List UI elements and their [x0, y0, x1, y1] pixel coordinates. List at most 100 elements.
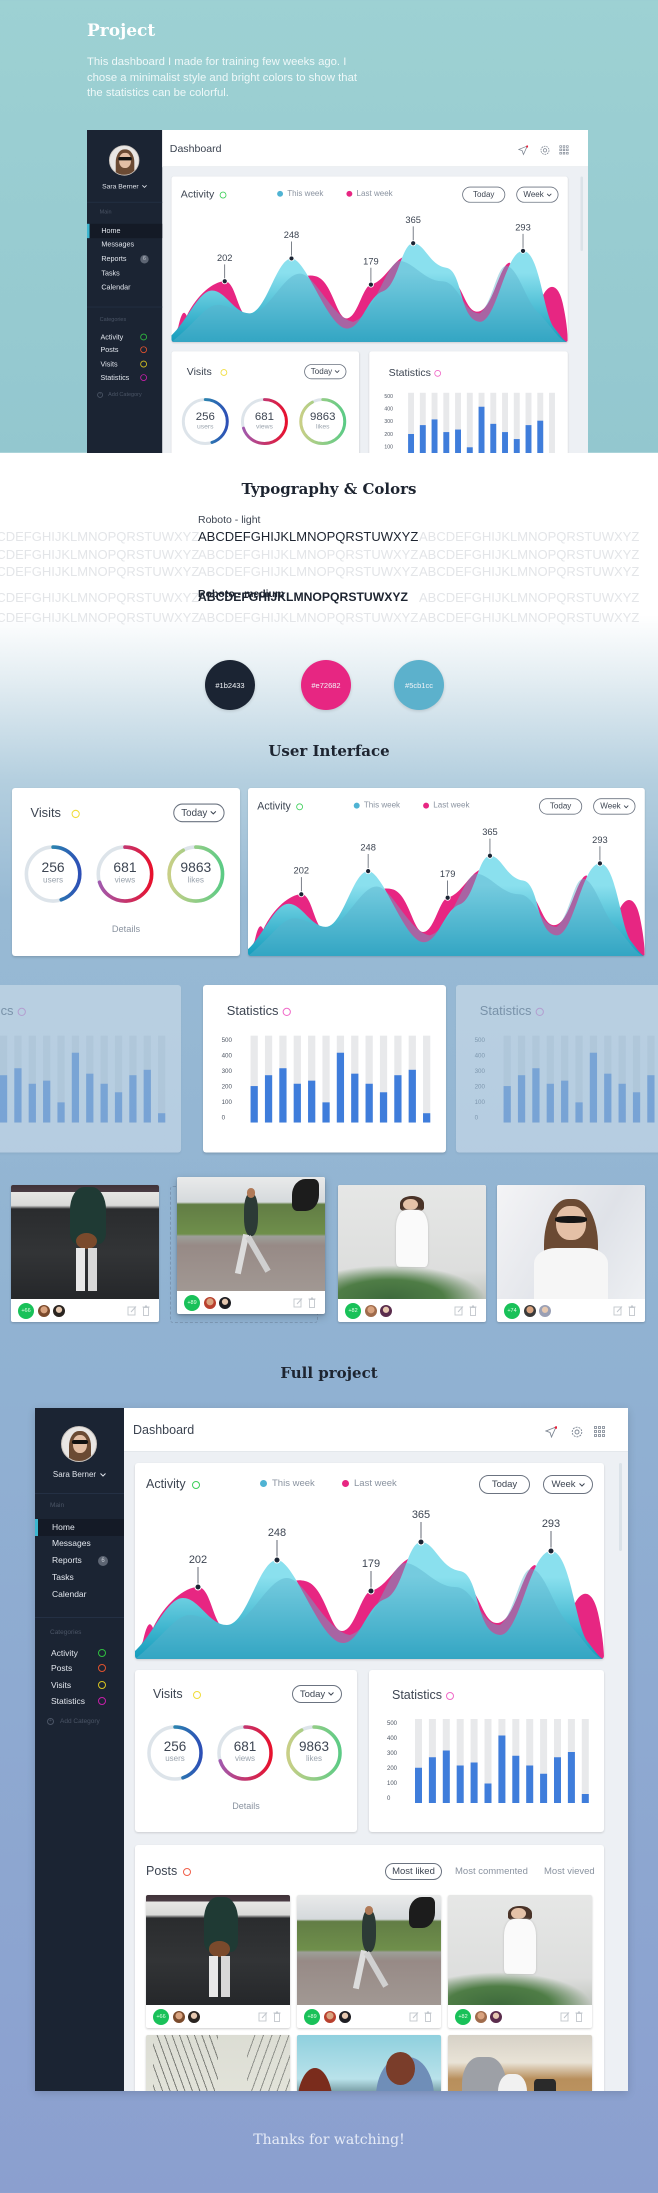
peak-marker[interactable] [288, 255, 295, 262]
bar[interactable] [408, 433, 415, 453]
peak-marker[interactable] [367, 1587, 375, 1595]
bar[interactable] [581, 1794, 589, 1803]
bar[interactable] [526, 1765, 534, 1804]
bar[interactable] [513, 439, 520, 453]
avatar[interactable] [38, 1305, 50, 1317]
peak-marker[interactable] [221, 278, 228, 285]
bar[interactable] [525, 425, 532, 453]
bar[interactable] [379, 1092, 388, 1123]
sidebar-item-tasks[interactable]: Tasks [35, 1569, 124, 1586]
tab-most-viewed[interactable]: Most vieved [544, 1866, 595, 1877]
details-link[interactable]: Details [12, 924, 240, 934]
post-card[interactable]: +89 [177, 1177, 325, 1314]
trash-icon[interactable] [627, 1305, 637, 1316]
post-image[interactable] [497, 1185, 645, 1299]
post-image[interactable] [448, 1895, 592, 2005]
user-avatar[interactable] [61, 1426, 97, 1462]
bar[interactable] [293, 1083, 301, 1123]
bar[interactable] [28, 1083, 36, 1123]
sidebar-item-reports[interactable]: Reports 6 [87, 252, 162, 266]
bar[interactable] [86, 1073, 94, 1123]
category-activity[interactable]: Activity [87, 331, 162, 343]
post-card[interactable]: +74 [497, 1185, 645, 1322]
bar[interactable] [442, 1750, 450, 1804]
user-avatar[interactable] [108, 145, 140, 176]
category-statistics[interactable]: Statistics [87, 372, 162, 384]
bar[interactable] [470, 1762, 478, 1804]
trash-icon[interactable] [468, 1305, 478, 1316]
sidebar-item-home[interactable]: Home [87, 223, 163, 239]
post-image[interactable] [297, 2035, 441, 2091]
avatar[interactable] [365, 1305, 377, 1317]
bar[interactable] [308, 1080, 316, 1123]
bar[interactable] [415, 1767, 422, 1803]
sidebar-item-messages[interactable]: Messages [35, 1535, 124, 1552]
post-image[interactable] [177, 1177, 325, 1291]
avatar[interactable] [475, 2011, 487, 2023]
post-card[interactable] [448, 2035, 592, 2091]
bar[interactable] [14, 1068, 22, 1123]
bar[interactable] [250, 1086, 258, 1123]
trash-icon[interactable] [307, 1297, 317, 1308]
ring-views[interactable]: 681 views [94, 843, 156, 905]
avatar[interactable] [188, 2011, 200, 2023]
bar[interactable] [279, 1068, 287, 1123]
bar[interactable] [336, 1052, 345, 1123]
scrollbar[interactable] [580, 176, 584, 251]
ring-users[interactable]: 256 users [22, 843, 84, 905]
bar[interactable] [71, 1052, 80, 1123]
category-visits[interactable]: Visits [87, 358, 162, 370]
gear-icon[interactable] [571, 1426, 583, 1438]
grid-icon[interactable] [594, 1426, 605, 1437]
bar[interactable] [443, 432, 450, 453]
peak-marker[interactable] [486, 852, 493, 859]
post-image[interactable] [11, 1185, 159, 1299]
edit-icon[interactable] [454, 1305, 464, 1316]
peak-marker[interactable] [417, 1538, 425, 1546]
bar[interactable] [618, 1083, 626, 1123]
peak-marker[interactable] [520, 247, 526, 254]
bar[interactable] [478, 406, 485, 453]
avatar[interactable] [524, 1305, 536, 1317]
avatar[interactable] [490, 2011, 502, 2023]
peak-marker[interactable] [194, 1583, 202, 1591]
details-link[interactable]: Details [135, 1801, 357, 1811]
peak-marker[interactable] [298, 891, 305, 898]
bar[interactable] [498, 1735, 506, 1804]
bar[interactable] [540, 1773, 548, 1803]
bar[interactable] [322, 1102, 330, 1123]
trash-icon[interactable] [574, 2011, 584, 2022]
add-category-button[interactable]: + Add Category [47, 1718, 100, 1725]
bar[interactable] [466, 447, 473, 453]
edit-icon[interactable] [409, 2011, 419, 2022]
post-card[interactable]: +82 [338, 1185, 486, 1322]
category-posts[interactable]: Posts [87, 344, 162, 356]
edit-icon[interactable] [613, 1305, 623, 1316]
bar[interactable] [490, 423, 497, 453]
post-image[interactable] [338, 1185, 486, 1299]
send-icon[interactable] [545, 1426, 557, 1438]
tab-most-commented[interactable]: Most commented [455, 1866, 528, 1877]
bar[interactable] [114, 1092, 123, 1123]
peak-marker[interactable] [444, 894, 451, 901]
bar[interactable] [647, 1075, 655, 1123]
bar[interactable] [456, 1765, 464, 1804]
post-image[interactable] [146, 2035, 290, 2091]
ring-users[interactable]: 256 users [180, 396, 231, 447]
peak-marker[interactable] [365, 868, 372, 875]
category-statistics[interactable]: Statistics [35, 1694, 124, 1708]
send-icon[interactable] [517, 145, 529, 156]
post-card[interactable]: +66 [146, 1895, 290, 2028]
peak-marker[interactable] [410, 240, 417, 247]
avatar[interactable] [219, 1297, 231, 1309]
post-card[interactable]: +82 [448, 1895, 592, 2028]
bar[interactable] [484, 1783, 492, 1804]
peak-marker[interactable] [367, 281, 374, 288]
bar[interactable] [408, 1069, 416, 1123]
bar[interactable] [129, 1075, 137, 1123]
bar[interactable] [264, 1075, 273, 1123]
category-activity[interactable]: Activity [35, 1646, 124, 1660]
bar[interactable] [394, 1075, 402, 1123]
bar[interactable] [0, 1075, 8, 1123]
user-menu[interactable]: Sara Berner [35, 1470, 124, 1479]
